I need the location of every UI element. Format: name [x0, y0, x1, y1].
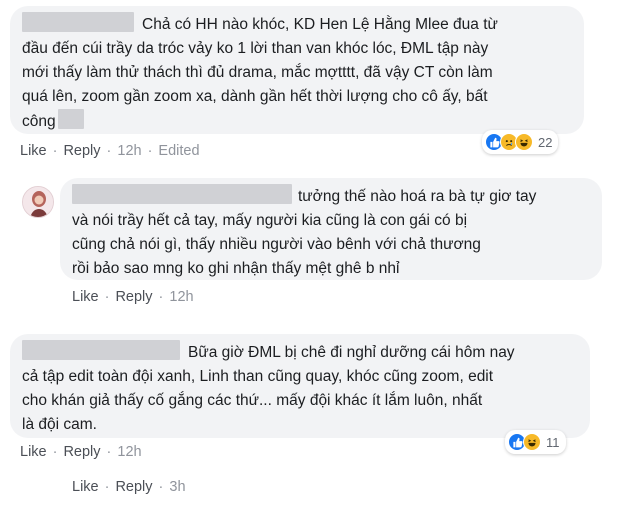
comment-bubble: tưởng thế nào hoá ra bà tự giơ tay và nó… [60, 178, 602, 280]
separator: · [106, 444, 112, 460]
separator: · [52, 444, 58, 460]
redacted-author-name [22, 12, 134, 32]
like-link[interactable]: Like [72, 479, 99, 495]
separator: · [147, 143, 153, 159]
like-link[interactable]: Like [72, 289, 99, 305]
reply-link[interactable]: Reply [115, 479, 152, 495]
haha-icon [523, 433, 541, 451]
comment-text: Bữa giờ ĐML bị chê đi nghỉ dưỡng cái hôm… [22, 340, 578, 437]
reaction-summary[interactable]: 11 [505, 430, 566, 454]
comment-actions: Like · Reply · 12h · Edited [20, 143, 200, 159]
like-link[interactable]: Like [20, 143, 47, 159]
avatar-image [23, 187, 53, 217]
separator: · [104, 289, 110, 305]
separator: · [158, 289, 164, 305]
separator: · [158, 479, 164, 495]
timestamp[interactable]: 12h [169, 289, 193, 305]
redacted-author-name [22, 340, 180, 360]
reply-link[interactable]: Reply [63, 444, 100, 460]
reaction-count: 11 [546, 434, 560, 450]
timestamp[interactable]: 12h [117, 143, 141, 159]
comment-bubble: Chả có HH nào khóc, KD Hen Lệ Hằng Mlee … [10, 6, 584, 134]
timestamp[interactable]: 3h [169, 479, 185, 495]
separator: · [52, 143, 58, 159]
redacted-text [57, 109, 84, 129]
haha-icon [515, 133, 533, 151]
redacted-author-name [72, 184, 292, 204]
comment-actions: Like · Reply · 3h [72, 479, 186, 495]
comment-text: tưởng thế nào hoá ra bà tự giơ tay và nó… [72, 184, 590, 281]
edited-label[interactable]: Edited [158, 143, 199, 159]
like-link[interactable]: Like [20, 444, 47, 460]
comment-actions: Like · Reply · 12h [20, 444, 142, 460]
reaction-count: 22 [538, 134, 553, 150]
avatar[interactable] [22, 186, 54, 218]
comment-bubble: Bữa giờ ĐML bị chê đi nghỉ dưỡng cái hôm… [10, 334, 590, 438]
timestamp[interactable]: 12h [117, 444, 141, 460]
reply-link[interactable]: Reply [115, 289, 152, 305]
separator: · [106, 143, 112, 159]
comment-text: Chả có HH nào khóc, KD Hen Lệ Hằng Mlee … [22, 12, 572, 134]
separator: · [104, 479, 110, 495]
comment-actions: Like · Reply · 12h [72, 289, 194, 305]
reply-link[interactable]: Reply [63, 143, 100, 159]
reaction-summary[interactable]: 22 [482, 130, 559, 154]
